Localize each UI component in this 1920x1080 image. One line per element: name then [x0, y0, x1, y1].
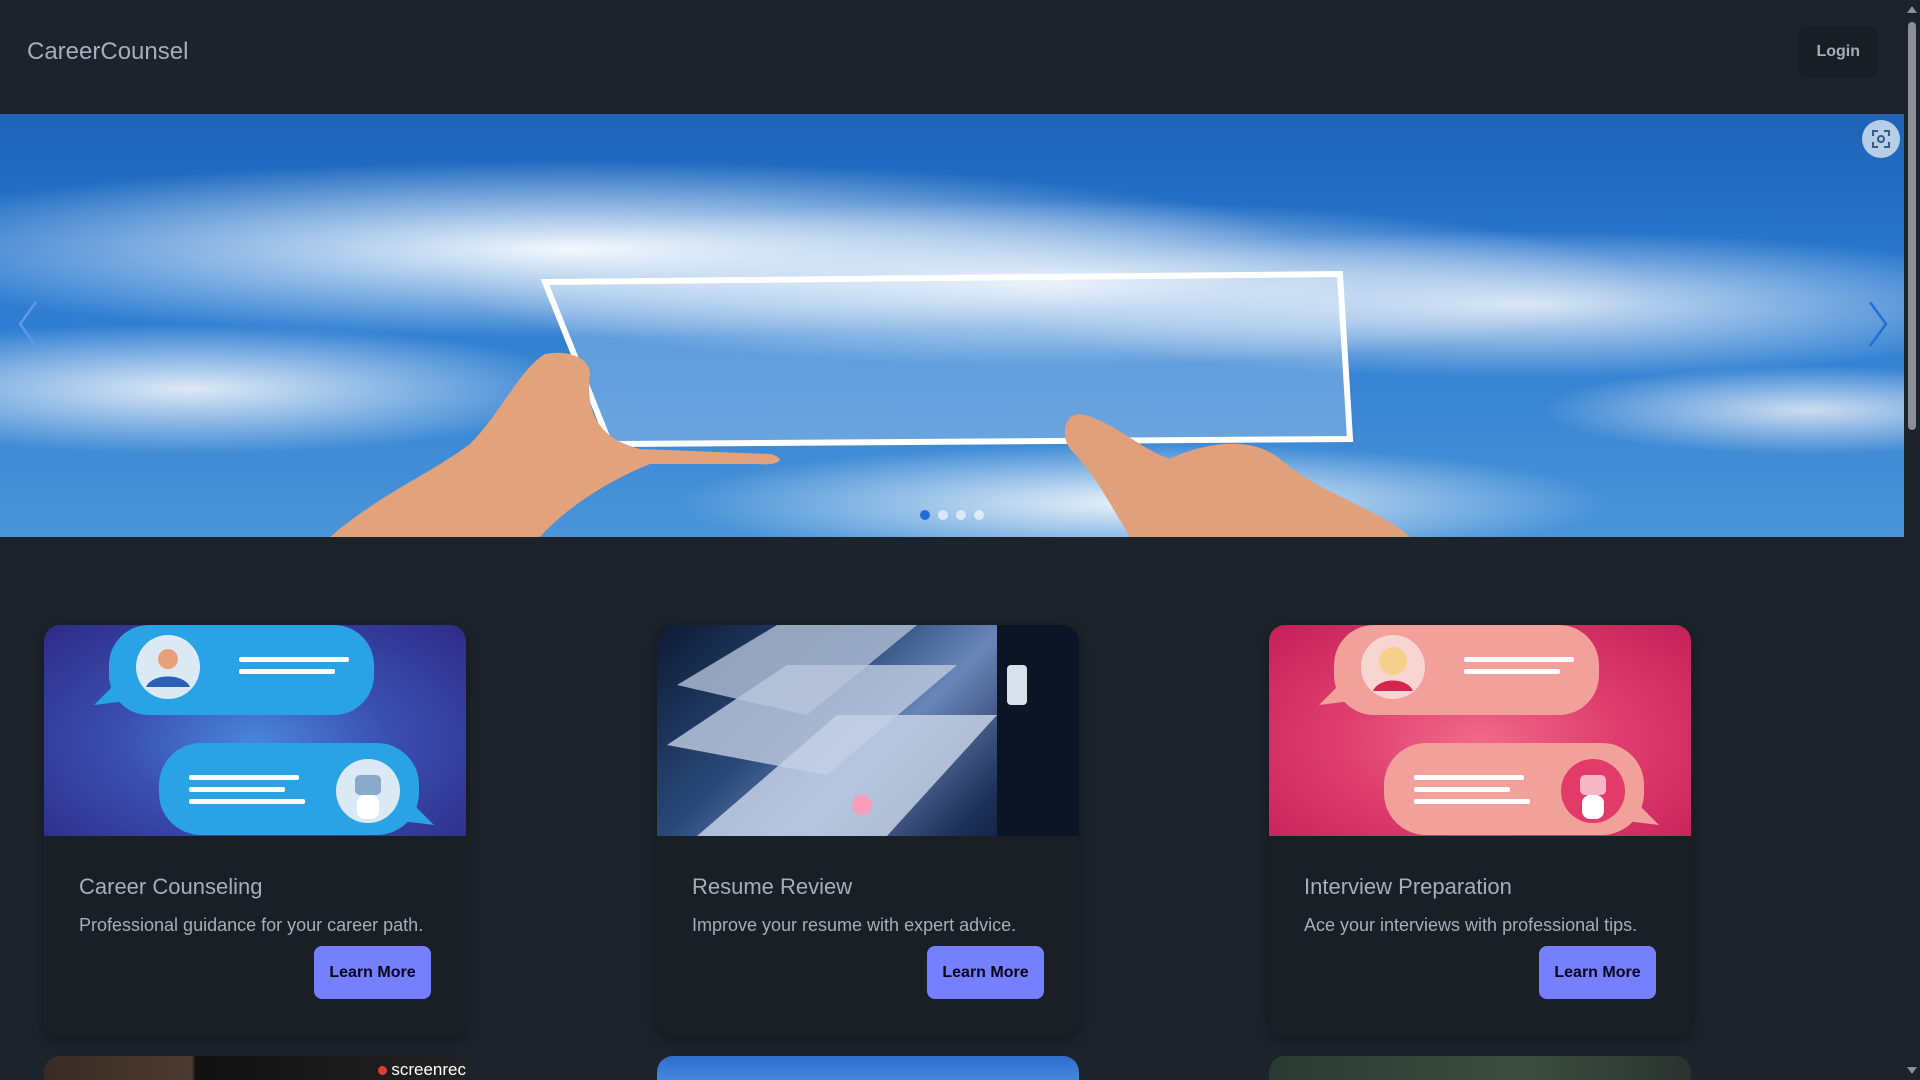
scroll-up-arrow-icon[interactable]: [1907, 6, 1917, 13]
brand-logo-text[interactable]: CareerCounsel: [27, 32, 188, 72]
card-description: Improve your resume with expert advice.: [692, 915, 1017, 935]
card-title: Career Counseling: [79, 874, 263, 899]
card-image: [44, 625, 466, 836]
service-card-career-counseling: Career Counseling Professional guidance …: [44, 625, 466, 1036]
carousel-dot-1[interactable]: [920, 510, 930, 520]
carousel-dot-4[interactable]: [974, 510, 984, 520]
fullscreen-icon: [1872, 130, 1890, 148]
scroll-down-arrow-icon[interactable]: [1907, 1067, 1917, 1074]
watermark-text: screenrec: [391, 1060, 466, 1079]
card-description: Professional guidance for your career pa…: [79, 915, 424, 935]
hero-carousel: [0, 114, 1904, 537]
carousel-dot-3[interactable]: [956, 510, 966, 520]
chevron-right-icon: [1868, 301, 1888, 347]
login-button[interactable]: Login: [1798, 26, 1878, 78]
fullscreen-button[interactable]: [1862, 120, 1900, 158]
card-title: Interview Preparation: [1304, 874, 1512, 899]
service-card-peek: screenrec: [44, 1056, 466, 1080]
card-image: [1269, 625, 1691, 836]
carousel-prev-button[interactable]: [8, 294, 48, 354]
service-card-interview-preparation: Interview Preparation Ace your interview…: [1269, 625, 1691, 1036]
hero-image: [330, 270, 1410, 537]
learn-more-button[interactable]: Learn More: [927, 946, 1044, 999]
card-image: [657, 625, 1079, 836]
service-card-resume-review: Resume Review Improve your resume with e…: [657, 625, 1079, 1036]
screenrec-watermark: screenrec: [378, 1060, 466, 1080]
carousel-dot-2[interactable]: [938, 510, 948, 520]
service-card-peek: [1269, 1056, 1691, 1080]
carousel-next-button[interactable]: [1858, 294, 1898, 354]
page-scrollbar[interactable]: [1904, 0, 1920, 1080]
card-description: Ace your interviews with professional ti…: [1304, 915, 1638, 935]
frame-shape: [540, 270, 1354, 448]
chevron-left-icon: [18, 301, 38, 347]
service-card-peek: [657, 1056, 1079, 1080]
carousel-indicators: [920, 510, 984, 520]
chat-illustration: [1319, 625, 1659, 835]
scroll-thumb[interactable]: [1908, 22, 1916, 430]
learn-more-button[interactable]: Learn More: [314, 946, 431, 999]
navbar: CareerCounsel Login: [0, 0, 1904, 114]
chat-illustration: [94, 625, 434, 835]
record-dot-icon: [378, 1065, 388, 1075]
server-rack-illustration: [667, 625, 1079, 836]
learn-more-button[interactable]: Learn More: [1539, 946, 1656, 999]
card-title: Resume Review: [692, 874, 853, 899]
